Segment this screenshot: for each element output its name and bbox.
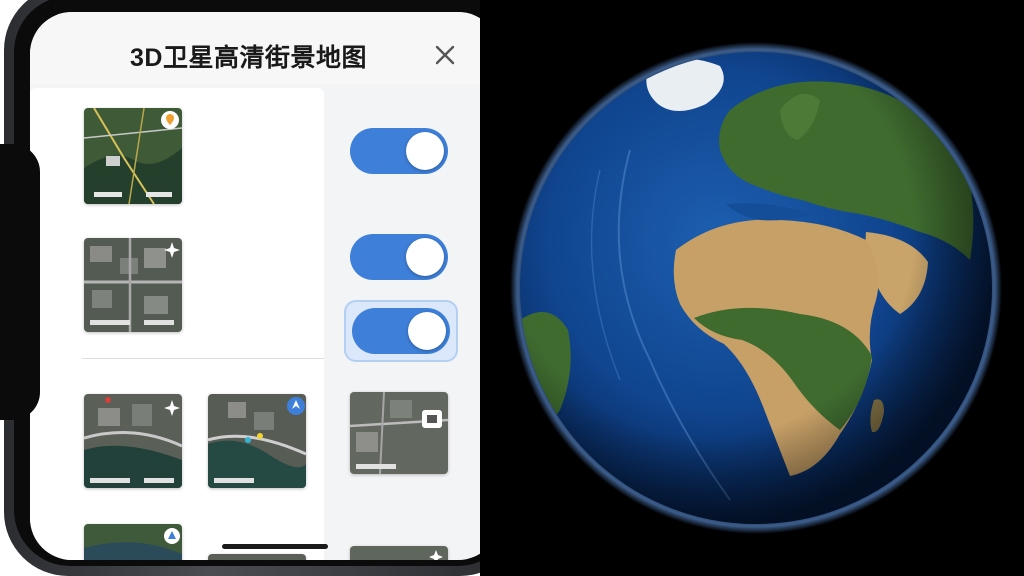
map-thumbnail-satellite-roads[interactable] <box>84 108 182 204</box>
map-thumbnail-partial-3[interactable] <box>350 546 448 560</box>
phone-screen: 3D卫星高清街景地图 <box>30 12 480 560</box>
layer-toggle-1[interactable] <box>350 128 448 174</box>
app-title: 3D卫星高清街景地图 <box>130 44 367 72</box>
map-thumbnail-coastline[interactable] <box>208 394 306 488</box>
section-divider <box>82 358 324 359</box>
home-indicator <box>222 544 328 549</box>
app-header: 3D卫星高清街景地图 <box>30 12 480 84</box>
globe-panel <box>480 0 1024 576</box>
toggle-knob <box>408 312 446 350</box>
map-thumbnail-partial-1[interactable] <box>84 524 182 560</box>
phone-notch <box>0 144 40 420</box>
close-button[interactable] <box>428 38 462 72</box>
layer-toggle-3[interactable] <box>352 308 450 354</box>
layer-toggle-2[interactable] <box>350 234 448 280</box>
map-thumbnail-streets[interactable] <box>84 238 182 332</box>
phone-mockup: 3D卫星高清街景地图 <box>0 0 480 576</box>
toggle-knob <box>406 132 444 170</box>
map-thumbnail-campus[interactable] <box>350 392 448 474</box>
map-thumbnail-waterfront[interactable] <box>84 394 182 488</box>
earth-globe[interactable] <box>480 0 1024 576</box>
close-icon <box>435 45 455 65</box>
toggle-knob <box>406 238 444 276</box>
map-thumbnail-partial-2[interactable] <box>208 554 306 560</box>
